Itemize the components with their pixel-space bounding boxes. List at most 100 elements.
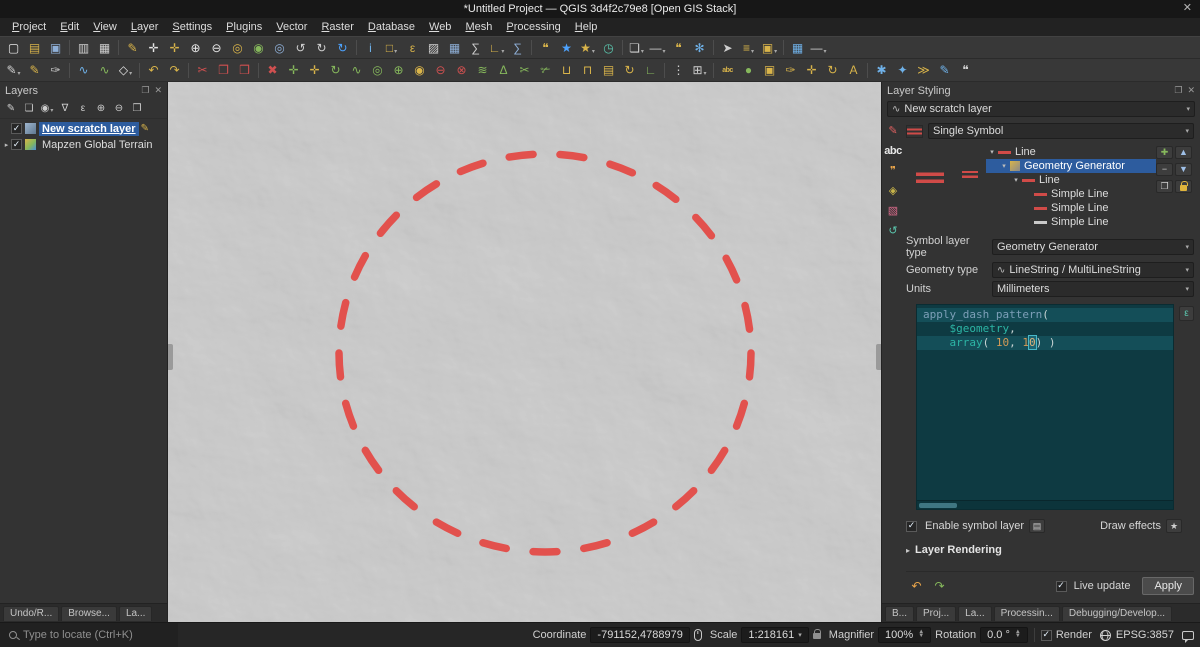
message-log-icon[interactable]: ❝ [955,60,976,80]
add-group-icon[interactable]: ❏ [20,100,38,117]
expander-icon[interactable]: ▾ [1011,176,1021,184]
add-part-icon[interactable]: ⊕ [388,60,409,80]
symbol-tree-item[interactable]: ▾Geometry Generator [986,159,1156,173]
units-combo[interactable]: Millimeters▾ [992,281,1194,297]
symbol-tree-item[interactable]: Simple Line [986,201,1156,215]
open-project-icon[interactable]: ▤ [24,38,45,58]
merge-features-icon[interactable]: ⊔ [556,60,577,80]
remove-symbol-layer-icon[interactable]: − [1156,163,1173,176]
locate-search-input[interactable]: Type to locate (Ctrl+K) [0,623,178,647]
simplify-feature-icon[interactable]: ∿ [346,60,367,80]
history-tab-icon[interactable]: ↺ [884,224,902,239]
left-dock-tab[interactable]: Browse... [61,606,117,621]
pin-unpin-labels-icon[interactable]: ✑ [780,60,801,80]
float-panel-icon[interactable]: ❐ [1174,85,1182,96]
menu-settings[interactable]: Settings [165,20,219,34]
layer-diagram-icon[interactable]: ● [738,60,759,80]
open-layer-styling-icon[interactable]: ✎ [2,100,20,117]
right-dock-tab[interactable]: Processin... [994,606,1060,621]
processing-toolbox-icon[interactable]: ✻ [689,38,710,58]
annotation-icon[interactable]: ❝ [668,38,689,58]
zoom-full-icon[interactable]: ◎ [227,38,248,58]
lock-color-icon[interactable] [1175,180,1192,193]
layers-selection-icon[interactable]: ▣▾ [759,38,780,58]
crs-globe-icon[interactable] [1100,630,1111,641]
close-window-icon[interactable]: ✕ [1183,1,1192,14]
render-checkbox[interactable]: ✓ [1041,630,1052,641]
modify-attributes-icon[interactable]: ▤ [598,60,619,80]
menu-layer[interactable]: Layer [124,20,166,34]
zoom-next-icon[interactable]: ↻ [311,38,332,58]
move-down-icon[interactable]: ▼ [1175,163,1192,176]
fill-ring-icon[interactable]: ◉ [409,60,430,80]
menu-raster[interactable]: Raster [314,20,360,34]
float-panel-icon[interactable]: ❐ [141,85,149,96]
open-expression-builder-icon[interactable]: ε [1179,306,1194,321]
vertex-editor-icon[interactable]: ⋮ [668,60,689,80]
section-expand-icon[interactable]: ▸ [906,546,910,555]
expander-icon[interactable]: ▾ [999,162,1009,170]
redo-icon[interactable]: ↷ [164,60,185,80]
menu-mesh[interactable]: Mesh [458,20,499,34]
map-tips-icon[interactable]: ❝ [535,38,556,58]
right-dock-tab[interactable]: La... [958,606,991,621]
split-features-icon[interactable]: ✂ [514,60,535,80]
add-line-feature-icon[interactable]: ∿ [94,60,115,80]
left-dock-tab[interactable]: Undo/R... [3,606,59,621]
scale-combo[interactable]: 1:218161 ▾ [741,627,808,643]
menu-vector[interactable]: Vector [269,20,314,34]
collapse-all-icon[interactable]: ⊖ [110,100,128,117]
layer-visibility-checkbox[interactable]: ✓ [11,139,22,150]
move-label-icon[interactable]: ✛ [801,60,822,80]
spin-down-icon[interactable]: ▼ [1015,635,1021,639]
expander-icon[interactable]: ▾ [987,148,997,156]
right-dock-tab[interactable]: Proj... [916,606,956,621]
symbology-tab-icon[interactable]: ✎ [884,124,902,139]
pointer-icon[interactable]: ➤ [717,38,738,58]
map-canvas[interactable] [168,82,881,622]
symbol-tree-item[interactable]: Simple Line [986,187,1156,201]
highlight-pinned-labels-icon[interactable]: ▣ [759,60,780,80]
expression-hscrollbar[interactable] [917,500,1173,509]
coordinate-value[interactable]: -791152,4788979 [590,627,689,643]
right-dock-tab[interactable]: Debugging/Develop... [1062,606,1172,621]
view-3d-tab-icon[interactable]: ◈ [884,184,902,199]
select-features-icon[interactable]: □▾ [381,38,402,58]
new-map-view-icon[interactable]: ❏▾ [626,38,647,58]
measure-line-icon[interactable]: ∟▾ [486,38,507,58]
mouse-position-icon[interactable] [694,629,702,641]
undo-icon[interactable]: ↶ [143,60,164,80]
close-panel-icon[interactable]: ✕ [154,85,162,96]
change-label-icon[interactable]: A [843,60,864,80]
layout-grid-icon[interactable]: ⊞▾ [689,60,710,80]
deselect-features-icon[interactable]: ▨ [423,38,444,58]
delete-ring-icon[interactable]: ⊖ [430,60,451,80]
zoom-last-icon[interactable]: ↺ [290,38,311,58]
delete-selected-icon[interactable]: ✖ [262,60,283,80]
delete-part-icon[interactable]: ⊗ [451,60,472,80]
paste-features-icon[interactable]: ❒ [234,60,255,80]
labels-tab-icon[interactable]: abc [884,144,902,159]
offset-curve-icon[interactable]: ≋ [472,60,493,80]
right-dock-tab[interactable]: B... [885,606,914,621]
move-features-icon[interactable]: ✛ [283,60,304,80]
copy-features-icon[interactable]: ❐ [213,60,234,80]
rotation-spinner[interactable]: 0.0 ° ▲▼ [980,627,1028,643]
menu-web[interactable]: Web [422,20,458,34]
save-project-icon[interactable]: ▣ [45,38,66,58]
rotate-point-symbols-icon[interactable]: ↻ [619,60,640,80]
menu-plugins[interactable]: Plugins [219,20,269,34]
zoom-to-layer-icon[interactable]: ◎ [269,38,290,58]
duplicate-symbol-layer-icon[interactable]: ❐ [1156,180,1173,193]
menu-processing[interactable]: Processing [499,20,567,34]
save-layer-edits-icon[interactable]: ✑ [45,60,66,80]
symbol-tree-item[interactable]: Simple Line [986,215,1156,229]
new-bookmark-icon[interactable]: ★ [556,38,577,58]
symbol-type-combo[interactable]: Single Symbol ▾ [928,123,1194,139]
move-up-icon[interactable]: ▲ [1175,146,1192,159]
python-console-icon[interactable]: ≫ [913,60,934,80]
identify-features-icon[interactable]: i [360,38,381,58]
remove-layer-icon[interactable]: ❒ [128,100,146,117]
layer-item[interactable]: ✓New scratch layer✎ [0,121,167,136]
rotate-label-icon[interactable]: ↻ [822,60,843,80]
